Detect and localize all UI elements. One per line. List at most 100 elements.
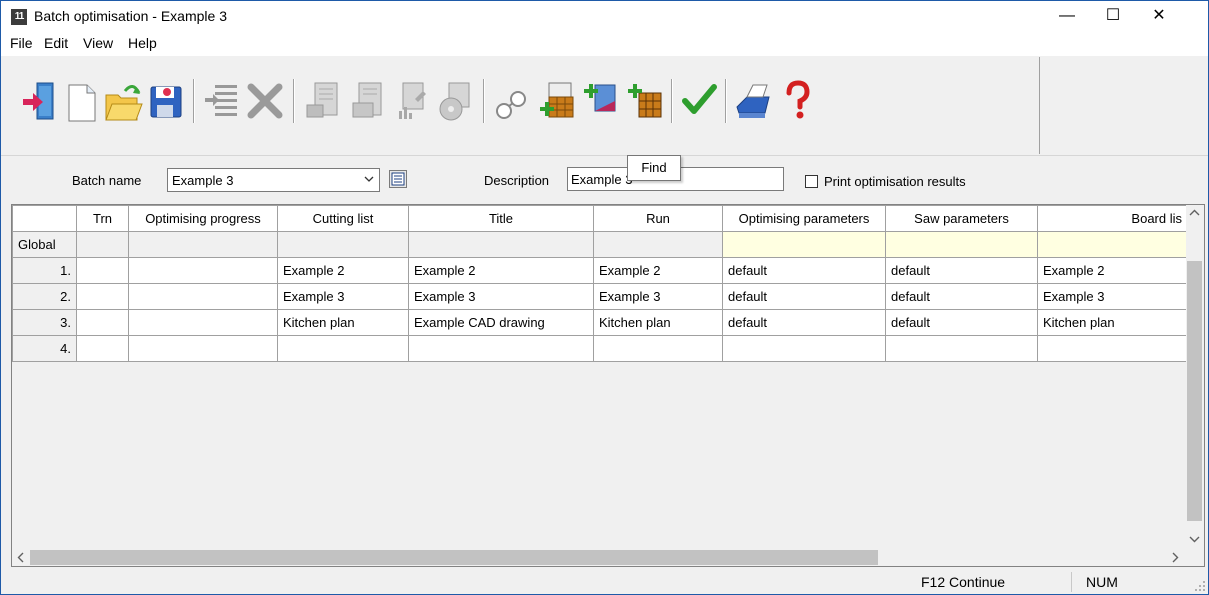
column-header-run[interactable]: Run	[593, 205, 723, 232]
grid-cell[interactable]: Example 2	[277, 257, 409, 284]
open-icon[interactable]	[103, 77, 143, 125]
check-icon[interactable]	[679, 77, 719, 125]
help-icon[interactable]	[777, 77, 817, 125]
grid-table: Trn Optimising progress Cutting list Tit…	[12, 205, 1188, 362]
grid-cell[interactable]: Example 3	[1037, 283, 1188, 310]
grid-cell[interactable]	[722, 335, 886, 362]
grid-cell[interactable]: Example 3	[408, 283, 594, 310]
close-button[interactable]: ✕	[1136, 1, 1182, 31]
save-icon[interactable]	[145, 77, 185, 125]
indent-icon[interactable]	[201, 77, 241, 125]
row-header[interactable]: 1.	[12, 257, 77, 284]
column-header-opt-params[interactable]: Optimising parameters	[722, 205, 886, 232]
grid-cell[interactable]	[128, 283, 278, 310]
chevron-down-icon	[364, 173, 374, 188]
grid-cell[interactable]: Example 2	[593, 257, 723, 284]
grid-cell[interactable]	[593, 231, 723, 258]
row-header[interactable]: Global	[12, 231, 77, 258]
grid-cell[interactable]	[128, 257, 278, 284]
grid-cell[interactable]: Example 3	[593, 283, 723, 310]
add-list-icon[interactable]	[537, 77, 577, 125]
column-header-cutting-list[interactable]: Cutting list	[277, 205, 409, 232]
vertical-scrollbar[interactable]	[1186, 205, 1203, 549]
chart-report-icon[interactable]	[391, 77, 431, 125]
grid-cell[interactable]	[76, 283, 129, 310]
grid-cell[interactable]	[722, 231, 886, 258]
column-header-board-list[interactable]: Board lis	[1037, 205, 1188, 232]
row-header[interactable]: 2.	[12, 283, 77, 310]
column-header-progress[interactable]: Optimising progress	[128, 205, 278, 232]
find-icon[interactable]	[491, 77, 531, 125]
grid-cell[interactable]	[1037, 335, 1188, 362]
horizontal-scrollbar[interactable]	[12, 549, 1186, 566]
description-value: Example 3	[571, 172, 633, 187]
grid-cell[interactable]: default	[722, 283, 886, 310]
grid-cell[interactable]	[408, 231, 594, 258]
grid-cell[interactable]	[277, 231, 409, 258]
global-row: Global	[12, 231, 1188, 258]
grid-cell[interactable]	[593, 335, 723, 362]
table-row: 4.	[12, 335, 1188, 362]
menu-help[interactable]: Help	[128, 35, 157, 51]
batch-list-button[interactable]	[389, 170, 407, 188]
grid-cell[interactable]	[76, 309, 129, 336]
description-label: Description	[484, 173, 550, 188]
batch-name-select[interactable]: Example 3	[167, 168, 380, 192]
print-icon[interactable]	[733, 77, 773, 125]
grid-cell[interactable]: Example 2	[408, 257, 594, 284]
grid-cell[interactable]	[128, 309, 278, 336]
grid-cell[interactable]	[128, 231, 278, 258]
column-header-trn[interactable]: Trn	[76, 205, 129, 232]
grid-cell[interactable]: Kitchen plan	[277, 309, 409, 336]
horizontal-scroll-thumb[interactable]	[30, 550, 878, 565]
grid-cell[interactable]: Example CAD drawing	[408, 309, 594, 336]
status-continue[interactable]: F12 Continue	[905, 572, 1033, 592]
menu-edit[interactable]: Edit	[44, 35, 68, 51]
add-colour-icon[interactable]	[581, 77, 621, 125]
vertical-scroll-thumb[interactable]	[1187, 261, 1202, 521]
grid-cell[interactable]: default	[885, 283, 1038, 310]
grid-cell[interactable]: Kitchen plan	[593, 309, 723, 336]
scroll-down-icon[interactable]	[1189, 533, 1200, 547]
grid-cell[interactable]: Example 3	[277, 283, 409, 310]
grid-cell[interactable]	[277, 335, 409, 362]
title-bar: 11 Batch optimisation - Example 3 — ☐ ✕	[1, 1, 1208, 31]
find-tooltip: Find	[627, 155, 681, 181]
report-icon[interactable]	[347, 77, 387, 125]
scroll-up-icon[interactable]	[1189, 207, 1200, 221]
grid-cell[interactable]: default	[885, 309, 1038, 336]
window-title: Batch optimisation - Example 3	[34, 8, 227, 24]
column-header-saw-params[interactable]: Saw parameters	[885, 205, 1038, 232]
saw-report-icon[interactable]	[435, 77, 475, 125]
maximize-button[interactable]: ☐	[1090, 1, 1136, 31]
grid-cell[interactable]	[76, 231, 129, 258]
column-header-title[interactable]: Title	[408, 205, 594, 232]
grid-cell[interactable]: default	[722, 257, 886, 284]
exit-icon[interactable]	[19, 77, 59, 125]
grid-cell[interactable]	[885, 231, 1038, 258]
resize-grip-icon[interactable]	[1194, 580, 1206, 592]
menu-view[interactable]: View	[83, 35, 113, 51]
grid-cell[interactable]	[76, 257, 129, 284]
new-icon[interactable]	[61, 77, 101, 125]
header-row: Trn Optimising progress Cutting list Tit…	[12, 205, 1188, 232]
grid-cell[interactable]: default	[722, 309, 886, 336]
grid-cell[interactable]	[408, 335, 594, 362]
row-header[interactable]: 3.	[12, 309, 77, 336]
grid-cell[interactable]	[76, 335, 129, 362]
menu-file[interactable]: File	[10, 35, 33, 51]
grid-cell[interactable]: Example 2	[1037, 257, 1188, 284]
grid-cell[interactable]	[885, 335, 1038, 362]
scroll-right-icon[interactable]	[1170, 552, 1180, 566]
grid-cell[interactable]	[1037, 231, 1188, 258]
grid-cell[interactable]: Kitchen plan	[1037, 309, 1188, 336]
row-header[interactable]: 4.	[12, 335, 77, 362]
add-board-icon[interactable]	[625, 77, 665, 125]
grid-cell[interactable]: default	[885, 257, 1038, 284]
minimize-button[interactable]: —	[1044, 1, 1090, 31]
delete-icon[interactable]	[245, 77, 285, 125]
preview-icon[interactable]	[303, 77, 343, 125]
scroll-left-icon[interactable]	[16, 552, 26, 566]
print-results-checkbox[interactable]	[805, 175, 818, 188]
grid-cell[interactable]	[128, 335, 278, 362]
